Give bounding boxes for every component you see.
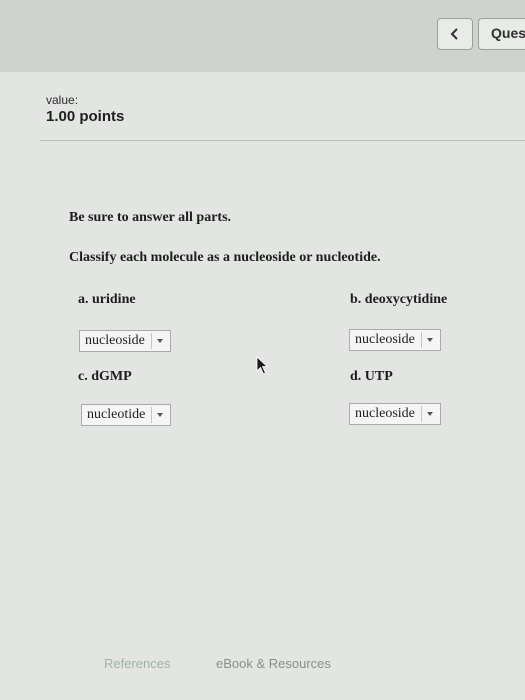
question-panel: [0, 72, 525, 700]
molecule-label-d: d. UTP: [350, 369, 393, 384]
molecule-label-c: c. dGMP: [78, 369, 132, 384]
classification-dropdown-b[interactable]: nucleoside: [349, 329, 441, 351]
top-bar: Ques: [0, 0, 525, 72]
molecule-label-b: b. deoxycytidine: [350, 292, 448, 307]
dropdown-divider: [420, 406, 422, 422]
previous-question-button[interactable]: [437, 18, 473, 50]
dropdown-divider: [150, 333, 152, 349]
classification-dropdown-d[interactable]: nucleoside: [349, 403, 441, 425]
chevron-down-icon: [157, 413, 164, 417]
question-navigator-tab[interactable]: Ques: [478, 18, 525, 50]
dropdown-divider: [151, 407, 153, 423]
chevron-left-icon: [450, 28, 458, 40]
dropdown-value: nucleoside: [355, 332, 415, 347]
section-divider: [40, 140, 525, 141]
value-label: value:: [46, 93, 79, 107]
references-link[interactable]: References: [104, 656, 170, 671]
chevron-down-icon: [426, 412, 433, 416]
chevron-down-icon: [156, 339, 163, 343]
classification-dropdown-a[interactable]: nucleoside: [79, 330, 171, 352]
dropdown-value: nucleoside: [85, 333, 145, 348]
question-prompt: Classify each molecule as a nucleoside o…: [69, 250, 381, 265]
mouse-pointer-icon: [256, 356, 269, 375]
dropdown-value: nucleotide: [87, 407, 146, 422]
dropdown-value: nucleoside: [355, 406, 415, 421]
molecule-label-a: a. uridine: [78, 292, 136, 307]
chevron-down-icon: [426, 338, 433, 342]
instruction-text: Be sure to answer all parts.: [69, 210, 232, 225]
classification-dropdown-c[interactable]: nucleotide: [81, 404, 172, 426]
ebook-resources-link[interactable]: eBook & Resources: [216, 656, 331, 671]
dropdown-divider: [420, 332, 422, 348]
points-value: 1.00 points: [46, 108, 125, 125]
